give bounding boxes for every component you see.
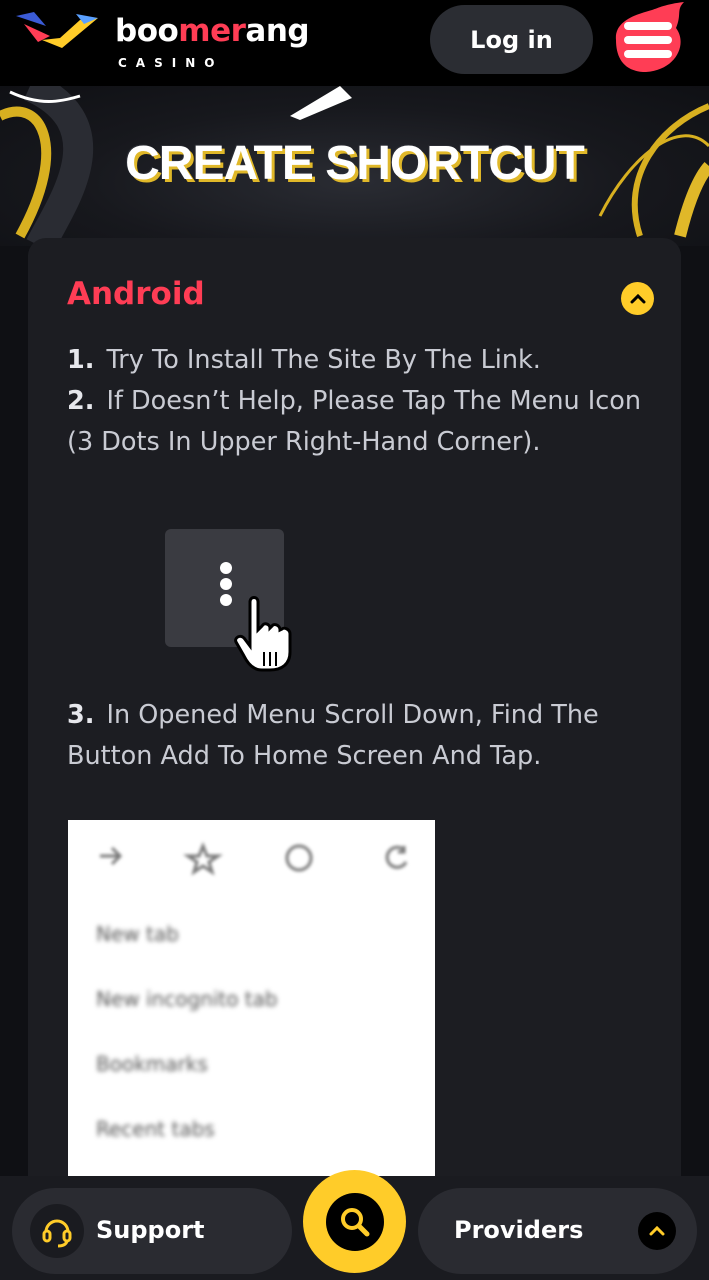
brand-subtitle: CASINO [118, 56, 224, 70]
brand-wordmark[interactable]: boomerang [115, 13, 310, 49]
search-icon [325, 1192, 384, 1251]
menu-item-new-tab: New tab [96, 922, 179, 946]
step-item: 2. If Doesn’t Help, Please Tap The Menu I… [67, 381, 647, 463]
support-button[interactable]: Support [12, 1188, 292, 1274]
headset-icon [30, 1204, 84, 1258]
burger-menu-icon[interactable] [604, 0, 688, 76]
bottom-nav-bar: Support Providers [0, 1170, 709, 1280]
pointer-hand-icon [234, 596, 292, 672]
login-button[interactable]: Log in [430, 5, 593, 74]
step-text: In Opened Menu Scroll Down, Find The But… [67, 700, 599, 771]
providers-button[interactable]: Providers [418, 1188, 697, 1274]
step-number: 3. [67, 700, 95, 730]
brand-part-3: ang [245, 13, 310, 49]
search-button[interactable] [303, 1170, 406, 1273]
step-text: If Doesn’t Help, Please Tap The Menu Ico… [67, 386, 642, 457]
step-item: 1. Try To Install The Site By The Link. [67, 340, 647, 381]
steps-list: 1. Try To Install The Site By The Link. 2… [67, 340, 647, 463]
step-number: 2. [67, 386, 95, 416]
menu-item-recent-tabs: Recent tabs [96, 1117, 215, 1141]
brand-part-2: mer [178, 13, 246, 49]
page-title: CREATE SHORTCUT [125, 137, 585, 190]
browser-menu-screenshot: New tab New incognito tab Bookmarks Rece… [68, 820, 435, 1180]
menu-item-incognito: New incognito tab [96, 987, 278, 1011]
support-label: Support [96, 1216, 205, 1244]
top-header: boomerang CASINO Log in [0, 0, 709, 86]
hero-banner: CREATE SHORTCUT [0, 86, 709, 246]
step-text: Try To Install The Site By The Link. [106, 345, 541, 375]
collapse-toggle-button[interactable] [621, 282, 654, 315]
section-title-android[interactable]: Android [67, 276, 205, 312]
step-item: 3. In Opened Menu Scroll Down, Find The B… [67, 695, 647, 777]
chevron-up-icon [638, 1212, 676, 1250]
menu-item-bookmarks: Bookmarks [96, 1052, 208, 1076]
step-number: 1. [67, 345, 95, 375]
providers-label: Providers [454, 1216, 584, 1244]
chevron-up-icon [630, 293, 645, 303]
menu-toolbar-icons [100, 842, 408, 876]
brand-part-1: boo [115, 13, 179, 49]
boomerang-logo-icon[interactable] [14, 10, 100, 54]
